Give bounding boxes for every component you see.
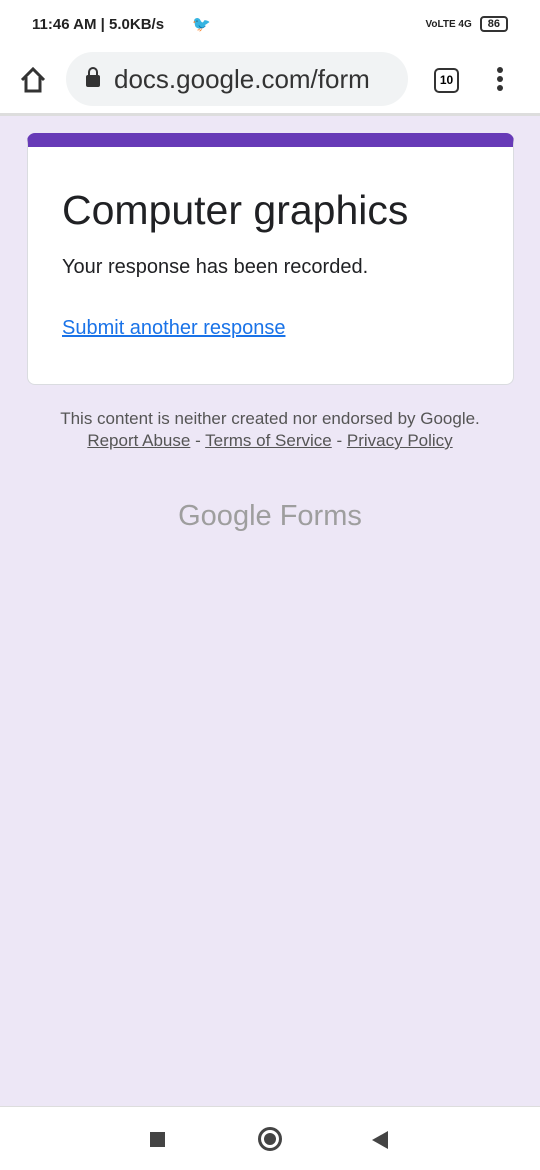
address-bar[interactable]: docs.google.com/form bbox=[66, 52, 408, 106]
google-forms-logo[interactable]: Google Forms bbox=[0, 500, 540, 533]
separator: - bbox=[190, 431, 206, 450]
form-title: Computer graphics bbox=[62, 187, 409, 233]
recents-icon[interactable] bbox=[150, 1132, 165, 1147]
report-abuse-link[interactable]: Report Abuse bbox=[87, 431, 190, 450]
lock-icon bbox=[86, 67, 100, 87]
logo-forms: Forms bbox=[279, 500, 362, 532]
back-icon[interactable] bbox=[372, 1131, 388, 1149]
privacy-link[interactable]: Privacy Policy bbox=[347, 431, 453, 450]
twitter-icon: 🐦 bbox=[192, 16, 211, 33]
confirmation-message: Your response has been recorded. bbox=[62, 256, 369, 278]
terms-link[interactable]: Terms of Service bbox=[205, 431, 332, 450]
more-options-icon[interactable] bbox=[497, 67, 503, 94]
browser-toolbar: docs.google.com/form 10 bbox=[0, 48, 540, 116]
url-text: docs.google.com/form bbox=[114, 63, 370, 94]
signal-icon: VoLTE 4G bbox=[425, 18, 472, 30]
separator: - bbox=[331, 431, 347, 450]
submit-another-link[interactable]: Submit another response bbox=[62, 317, 285, 339]
logo-google: Google bbox=[178, 500, 272, 532]
status-bar: 11:46 AM | 5.0KB/s 🐦 VoLTE 4G 86 bbox=[0, 0, 540, 48]
tab-switcher-button[interactable]: 10 bbox=[434, 68, 459, 93]
home-icon[interactable] bbox=[18, 66, 48, 94]
status-time: 11:46 AM | 5.0KB/s bbox=[32, 15, 165, 33]
nav-bar bbox=[0, 1106, 540, 1170]
home-nav-icon[interactable] bbox=[258, 1127, 282, 1151]
footer: This content is neither created nor endo… bbox=[60, 408, 480, 452]
battery-icon: 86 bbox=[479, 16, 508, 32]
form-card: Computer graphics Your response has been… bbox=[27, 133, 514, 385]
disclaimer-text: This content is neither created nor endo… bbox=[60, 409, 480, 428]
